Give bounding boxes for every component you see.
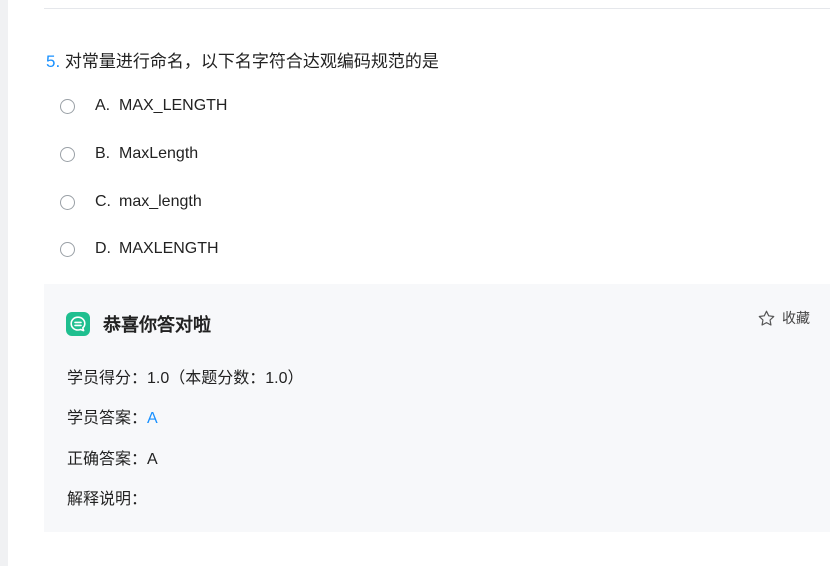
correct-answer-value: A xyxy=(147,451,158,468)
option-letter: A. xyxy=(95,97,111,114)
option-d[interactable]: D. MAXLENGTH xyxy=(60,237,219,261)
chat-bubble-icon xyxy=(66,312,90,336)
option-letter: B. xyxy=(95,145,111,162)
radio-unchecked-icon[interactable] xyxy=(60,241,75,257)
correct-answer-row: 正确答案：A xyxy=(67,445,158,469)
explanation-row: 解释说明： xyxy=(67,485,147,509)
option-text: MAX_LENGTH xyxy=(119,97,228,114)
option-c[interactable]: C. max_length xyxy=(60,190,202,214)
option-text: MAXLENGTH xyxy=(119,240,219,257)
collect-button[interactable]: 收藏 xyxy=(757,308,810,328)
option-letter: D. xyxy=(95,240,111,257)
score-label: 学员得分： xyxy=(67,370,148,387)
score-row: 学员得分：1.0（本题分数：1.0） xyxy=(67,364,304,388)
collect-label[interactable]: 收藏 xyxy=(782,308,810,328)
explanation-label: 解释说明： xyxy=(67,491,148,508)
student-answer-label: 学员答案： xyxy=(67,410,148,427)
radio-unchecked-icon[interactable] xyxy=(60,98,75,114)
option-letter: C. xyxy=(95,193,111,210)
student-answer-row: 学员答案：A xyxy=(67,404,158,428)
correct-answer-label: 正确答案： xyxy=(67,451,148,468)
star-outline-icon[interactable] xyxy=(757,309,776,328)
divider xyxy=(44,8,830,9)
question-card: 5. 对常量进行命名，以下名字符合达观编码规范的是 A. MAX_LENGTH … xyxy=(8,0,830,566)
option-text: MaxLength xyxy=(119,145,199,162)
option-b[interactable]: B. MaxLength xyxy=(60,142,198,166)
option-text: max_length xyxy=(119,193,202,210)
answer-result-panel: 恭喜你答对啦 收藏 学员得分：1.0（本题分数：1.0） 学员答案：A 正确答案… xyxy=(44,284,830,532)
result-title: 恭喜你答对啦 xyxy=(103,315,211,335)
radio-unchecked-icon[interactable] xyxy=(60,146,75,162)
question-text: 对常量进行命名，以下名字符合达观编码规范的是 xyxy=(64,52,439,71)
option-a[interactable]: A. MAX_LENGTH xyxy=(60,94,227,118)
radio-unchecked-icon[interactable] xyxy=(60,194,75,210)
student-answer-value: A xyxy=(147,410,158,427)
score-value: 1.0（本题分数：1.0） xyxy=(147,370,304,387)
question-title: 5. 对常量进行命名，以下名字符合达观编码规范的是 xyxy=(46,47,439,72)
question-number: 5. xyxy=(46,52,61,71)
